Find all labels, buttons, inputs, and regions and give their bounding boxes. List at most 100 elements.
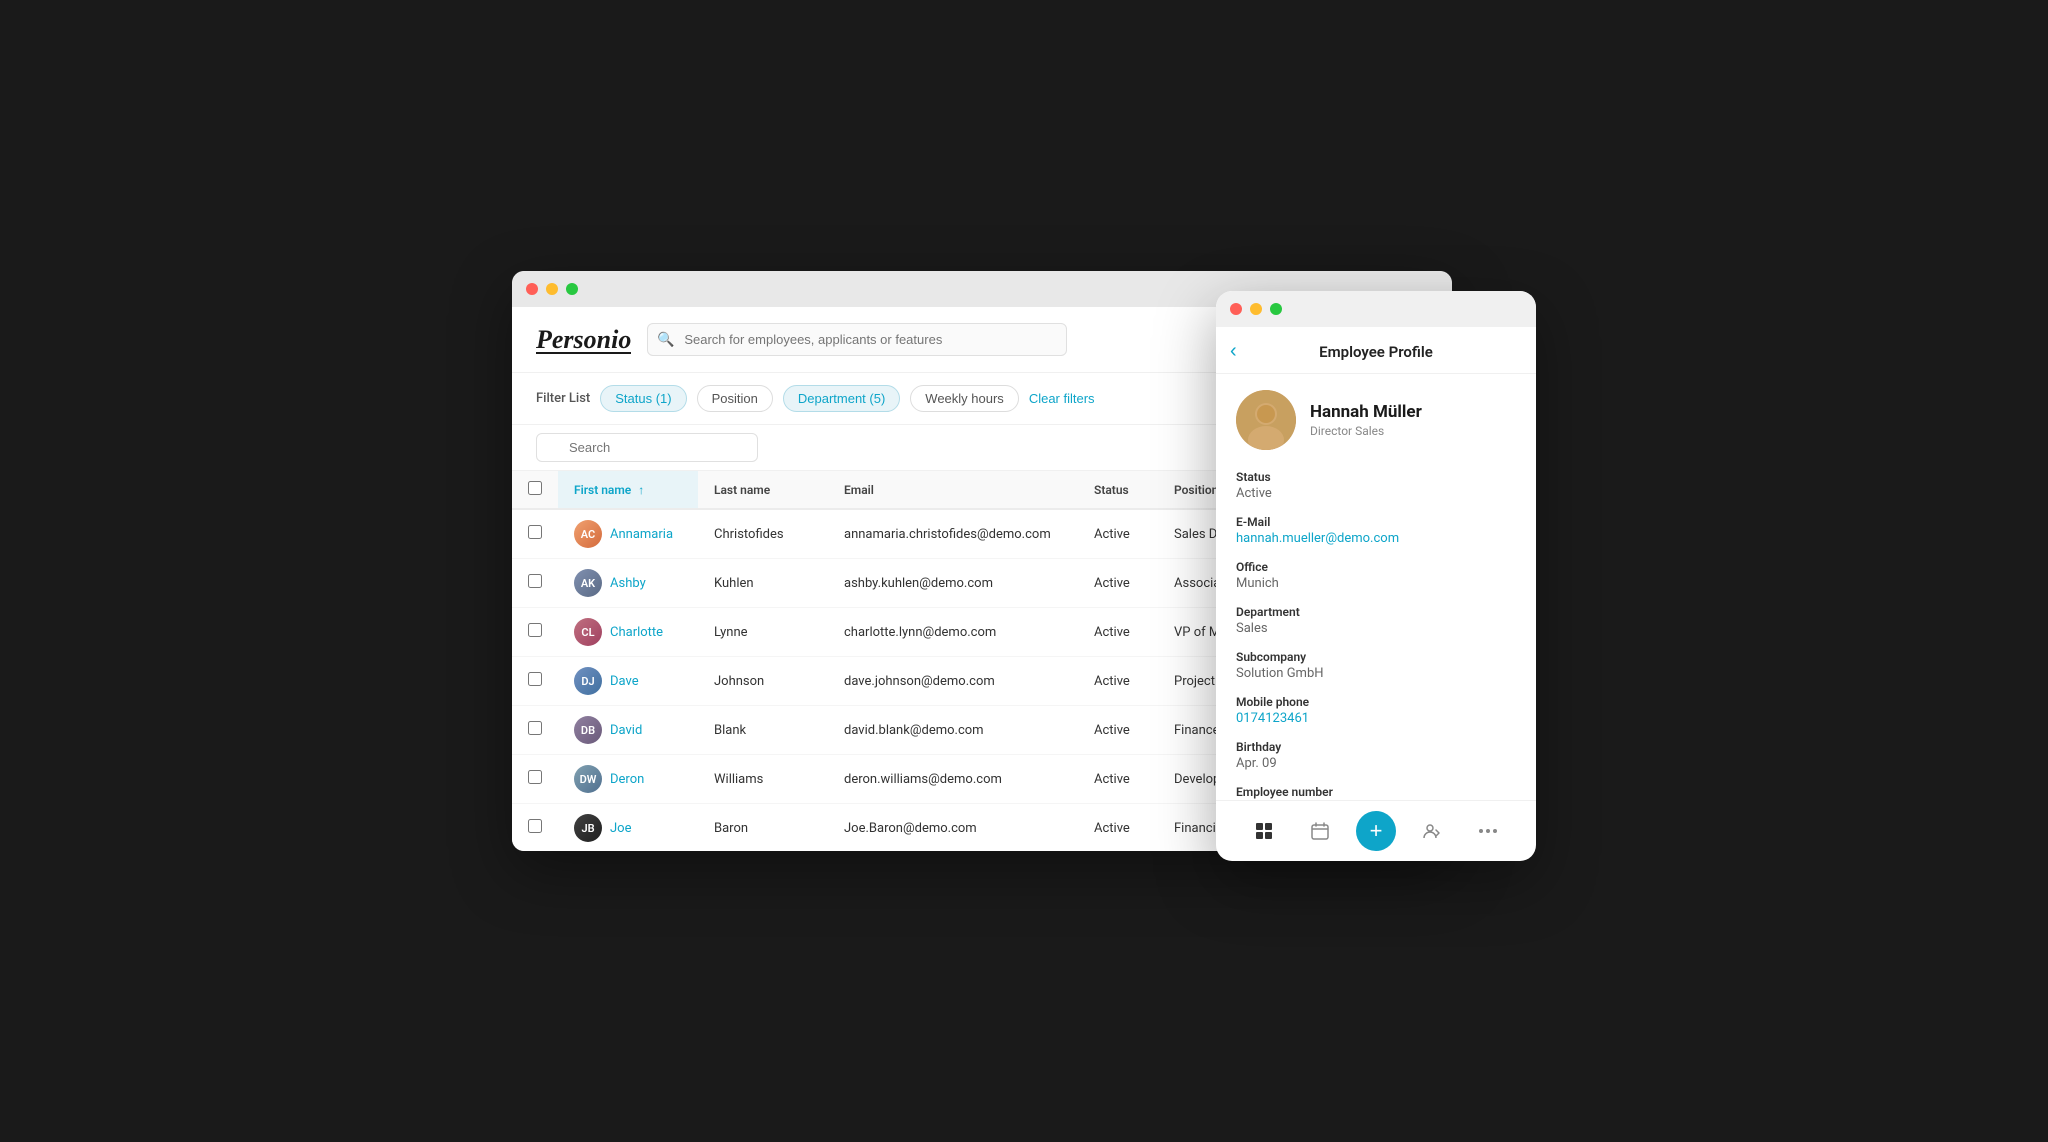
row-firstname-cell: AC Annamaria (558, 509, 698, 559)
profile-field-label: Mobile phone (1236, 695, 1516, 709)
employee-name-link[interactable]: DW Deron (574, 765, 682, 793)
profile-fields: Status Active E-Mail hannah.mueller@demo… (1236, 470, 1516, 800)
profile-minimize-button[interactable] (1250, 303, 1262, 315)
row-checkbox-cell (512, 657, 558, 706)
avatar: DB (574, 716, 602, 744)
profile-field-value[interactable]: hannah.mueller@demo.com (1236, 531, 1516, 546)
profile-field: Birthday Apr. 09 (1236, 740, 1516, 771)
global-search-input[interactable] (647, 323, 1067, 356)
profile-field: Subcompany Solution GmbH (1236, 650, 1516, 681)
row-lastname-cell: Blank (698, 706, 828, 755)
profile-grid-button[interactable] (1244, 811, 1284, 851)
row-checkbox[interactable] (528, 574, 542, 588)
employee-firstname[interactable]: David (610, 723, 642, 738)
profile-field-label: Status (1236, 470, 1516, 484)
profile-close-button[interactable] (1230, 303, 1242, 315)
profile-add-button[interactable]: + (1356, 811, 1396, 851)
maximize-button[interactable] (566, 283, 578, 295)
row-email-cell: ashby.kuhlen@demo.com (828, 559, 1078, 608)
row-firstname-cell: DW Deron (558, 755, 698, 804)
employee-firstname[interactable]: Ashby (610, 576, 646, 591)
select-all-checkbox[interactable] (528, 481, 542, 495)
sort-arrow-firstname: ↑ (638, 483, 644, 497)
row-status-cell: Active (1078, 509, 1158, 559)
row-checkbox[interactable] (528, 770, 542, 784)
table-search-input[interactable] (536, 433, 758, 462)
profile-panel-title: Employee Profile (1236, 343, 1516, 361)
profile-contacts-button[interactable] (1412, 811, 1452, 851)
col-header-status[interactable]: Status (1078, 471, 1158, 509)
row-status-cell: Active (1078, 804, 1158, 852)
employee-firstname[interactable]: Annamaria (610, 527, 673, 542)
row-status-cell: Active (1078, 706, 1158, 755)
employee-name-link[interactable]: CL Charlotte (574, 618, 682, 646)
profile-footer: + (1216, 800, 1536, 861)
profile-avatar (1236, 390, 1296, 450)
row-email-cell: Joe.Baron@demo.com (828, 804, 1078, 852)
profile-calendar-button[interactable] (1300, 811, 1340, 851)
profile-header: ‹ Employee Profile (1216, 327, 1536, 374)
avatar: AC (574, 520, 602, 548)
row-lastname-cell: Christofides (698, 509, 828, 559)
avatar: AK (574, 569, 602, 597)
row-email-cell: deron.williams@demo.com (828, 755, 1078, 804)
back-button[interactable]: ‹ (1230, 341, 1237, 361)
row-checkbox-cell (512, 755, 558, 804)
employee-name-link[interactable]: AK Ashby (574, 569, 682, 597)
logo-text: Personio (536, 325, 631, 355)
row-checkbox-cell (512, 608, 558, 657)
row-checkbox[interactable] (528, 672, 542, 686)
profile-field-label: Birthday (1236, 740, 1516, 754)
row-checkbox[interactable] (528, 819, 542, 833)
profile-more-button[interactable] (1468, 811, 1508, 851)
row-checkbox[interactable] (528, 525, 542, 539)
row-status-cell: Active (1078, 657, 1158, 706)
row-email-cell: david.blank@demo.com (828, 706, 1078, 755)
profile-field-label: Subcompany (1236, 650, 1516, 664)
row-checkbox-cell (512, 706, 558, 755)
row-status-cell: Active (1078, 559, 1158, 608)
close-button[interactable] (526, 283, 538, 295)
profile-field-value[interactable]: 0174123461 (1236, 711, 1516, 726)
col-header-email[interactable]: Email (828, 471, 1078, 509)
row-checkbox[interactable] (528, 623, 542, 637)
row-firstname-cell: CL Charlotte (558, 608, 698, 657)
employee-firstname[interactable]: Dave (610, 674, 639, 689)
row-firstname-cell: DJ Dave (558, 657, 698, 706)
profile-maximize-button[interactable] (1270, 303, 1282, 315)
table-search-wrapper: 🔍 (536, 433, 816, 462)
profile-field-label: Office (1236, 560, 1516, 574)
profile-field: Office Munich (1236, 560, 1516, 591)
filter-chip-weekly[interactable]: Weekly hours (910, 385, 1019, 412)
employee-name-link[interactable]: DJ Dave (574, 667, 682, 695)
row-firstname-cell: DB David (558, 706, 698, 755)
filter-chip-position[interactable]: Position (697, 385, 773, 412)
clear-filters-button[interactable]: Clear filters (1029, 391, 1095, 406)
search-icon: 🔍 (657, 332, 674, 348)
employee-name-link[interactable]: JB Joe (574, 814, 682, 842)
avatar: DW (574, 765, 602, 793)
row-lastname-cell: Kuhlen (698, 559, 828, 608)
filter-chip-status[interactable]: Status (1) (600, 385, 686, 412)
profile-field: Department Sales (1236, 605, 1516, 636)
minimize-button[interactable] (546, 283, 558, 295)
profile-role: Director Sales (1310, 424, 1422, 438)
employee-name-link[interactable]: DB David (574, 716, 682, 744)
profile-field-value: Apr. 09 (1236, 756, 1516, 771)
profile-hero: Hannah Müller Director Sales (1236, 390, 1516, 450)
employee-firstname[interactable]: Deron (610, 772, 644, 787)
row-checkbox[interactable] (528, 721, 542, 735)
employee-firstname[interactable]: Charlotte (610, 625, 663, 640)
select-all-header (512, 471, 558, 509)
employee-firstname[interactable]: Joe (610, 821, 631, 836)
employee-name-link[interactable]: AC Annamaria (574, 520, 682, 548)
profile-field-value: Sales (1236, 621, 1516, 636)
avatar: JB (574, 814, 602, 842)
row-firstname-cell: AK Ashby (558, 559, 698, 608)
profile-panel: ‹ Employee Profile Hannah Müller Directo… (1216, 291, 1536, 861)
col-header-firstname[interactable]: First name ↑ (558, 471, 698, 509)
avatar: CL (574, 618, 602, 646)
logo: Personio (536, 325, 631, 354)
filter-chip-department[interactable]: Department (5) (783, 385, 900, 412)
col-header-lastname[interactable]: Last name (698, 471, 828, 509)
